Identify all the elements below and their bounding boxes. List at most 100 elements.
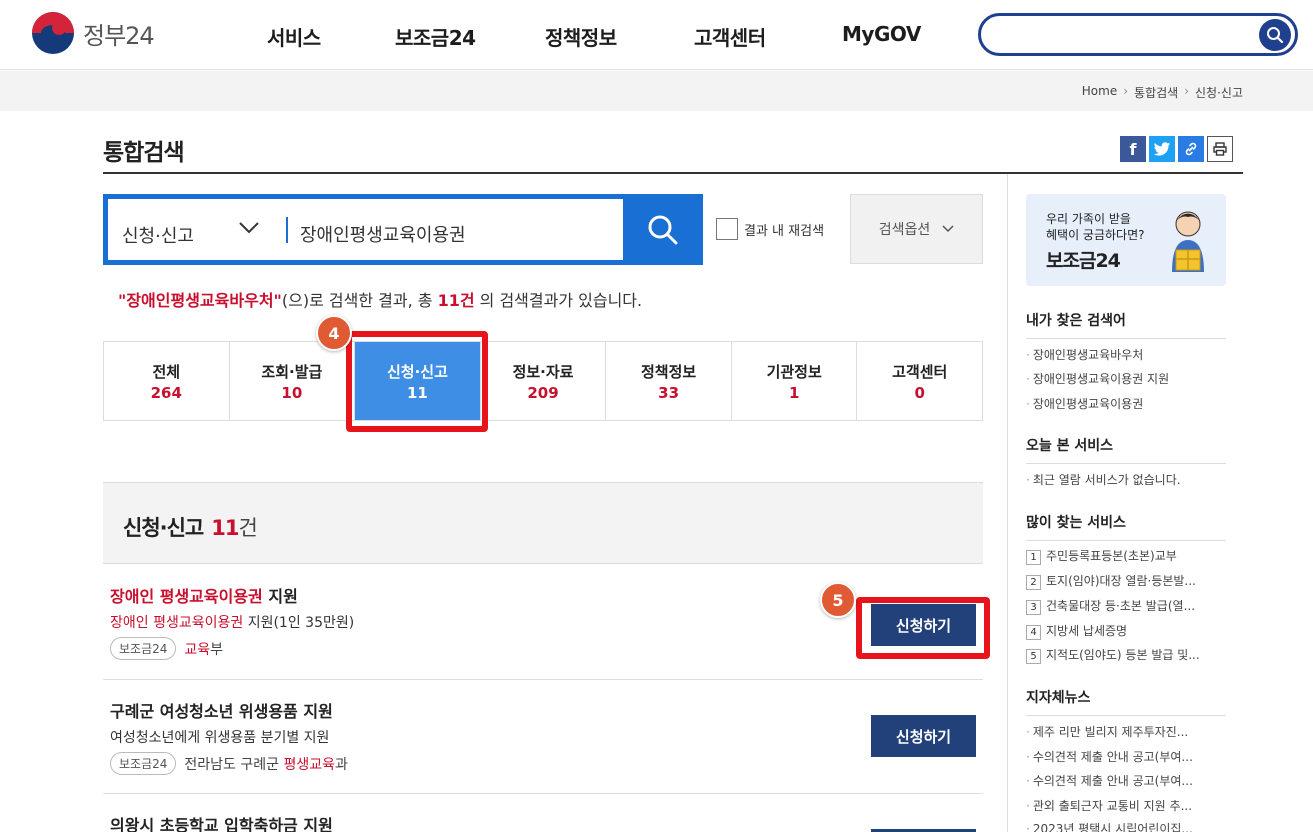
- subsidy-banner[interactable]: 우리 가족이 받을 혜택이 궁금하다면? 보조금24: [1026, 194, 1226, 286]
- link-icon[interactable]: [1178, 136, 1204, 162]
- tab-count: 1: [788, 383, 800, 402]
- popular-item[interactable]: 5 지적도(임야도) 등본 발급 및...: [1026, 646, 1216, 664]
- today-viewed-text: 최근 열람 서비스가 없습니다.: [1032, 473, 1181, 487]
- search-input[interactable]: 장애인평생교육이용권: [300, 221, 466, 247]
- tab-label: 기관정보: [766, 362, 822, 381]
- chevron-down-icon[interactable]: [238, 221, 260, 235]
- search-icon: [648, 215, 678, 244]
- breadcrumb-home[interactable]: Home: [1082, 84, 1117, 101]
- rank-badge: 4: [1026, 625, 1041, 640]
- apply-highlight-box: [856, 597, 990, 659]
- nav-service[interactable]: 서비스: [267, 22, 321, 51]
- nav-mygov[interactable]: MyGOV: [842, 22, 921, 46]
- tab-lookup-issue[interactable]: 조회·발급 10: [230, 342, 356, 420]
- step-marker-4: 4: [316, 315, 352, 351]
- research-label: 결과 내 재검색: [744, 223, 825, 239]
- result-title-text: 의왕시 초등학교 입학축하금 지원: [110, 816, 333, 832]
- tab-label: 전체: [152, 362, 181, 381]
- rank-badge: 1: [1026, 550, 1041, 565]
- category-tabs: 전체 264 조회·발급 10 신청·신고 11 정보·자료 209 정책정보 33 기관…: [103, 341, 983, 421]
- popular-item[interactable]: 3 건축물대장 등·초본 발급(열...: [1026, 597, 1216, 615]
- tab-count: 33: [658, 383, 680, 402]
- tab-customer-center[interactable]: 고객센터 0: [857, 342, 982, 420]
- result-org: 교육부: [184, 639, 223, 659]
- local-news-item[interactable]: · 2023년 평택시 시립어린이집...: [1026, 820, 1216, 832]
- section-header: 신청·신고 11건: [103, 482, 983, 564]
- aside-divider: [1007, 174, 1008, 832]
- breadcrumb-search[interactable]: 통합검색: [1134, 84, 1178, 101]
- nav-policy-info[interactable]: 정책정보: [545, 22, 617, 51]
- breadcrumb: Home › 통합검색 › 신청·신고: [1082, 84, 1243, 101]
- local-news-item[interactable]: · 수의견적 제출 안내 공고(부여...: [1026, 748, 1216, 765]
- site-logo[interactable]: 정부24: [32, 12, 155, 54]
- breadcrumb-bar: Home › 통합검색 › 신청·신고: [0, 71, 1313, 111]
- result-org-highlight: 교육: [184, 641, 211, 658]
- result-org-suffix: 과: [334, 756, 348, 773]
- site-header: 정부24 서비스 보조금24 정책정보 고객센터 MyGOV: [0, 0, 1313, 70]
- my-search-text: 장애인평생교육이용권 지원: [1032, 372, 1170, 386]
- tab-label: 고객센터: [892, 362, 948, 381]
- today-viewed-item: · 최근 열람 서비스가 없습니다.: [1026, 473, 1181, 487]
- result-title[interactable]: 장애인 평생교육이용권 지원: [110, 583, 298, 607]
- print-icon[interactable]: [1207, 136, 1233, 162]
- local-news-item[interactable]: · 수의견적 제출 안내 공고(부여...: [1026, 772, 1216, 789]
- rank-badge: 2: [1026, 575, 1041, 590]
- banner-line-1: 우리 가족이 받을: [1046, 212, 1131, 226]
- my-search-item[interactable]: · 장애인평생교육바우처: [1026, 346, 1216, 363]
- my-search-item[interactable]: · 장애인평생교육이용권 지원: [1026, 370, 1216, 387]
- popular-text: 주민등록표등본(초본)교부: [1046, 549, 1177, 563]
- header-search-button[interactable]: [1259, 19, 1291, 51]
- tab-label: 정책정보: [641, 362, 697, 381]
- search-options-button[interactable]: 검색옵션: [850, 194, 983, 264]
- my-search-item[interactable]: · 장애인평생교육이용권: [1026, 395, 1216, 412]
- result-org-text: 전라남도 구례군: [184, 756, 284, 773]
- twitter-icon[interactable]: [1149, 136, 1175, 162]
- apply-button[interactable]: 신청하기: [871, 715, 976, 757]
- tab-label: 조회·발급: [261, 362, 323, 381]
- section-title-text: 신청·신고: [123, 516, 204, 540]
- tab-policy-info[interactable]: 정책정보 33: [606, 342, 732, 420]
- popular-text: 건축물대장 등·초본 발급(열...: [1046, 599, 1196, 613]
- nav-subsidy24[interactable]: 보조금24: [395, 22, 476, 51]
- popular-item[interactable]: 2 토지(임야)대장 열람·등본발...: [1026, 572, 1216, 590]
- result-desc-highlight: 장애인 평생교육이용권: [110, 615, 244, 631]
- tab-label: 정보·자료: [512, 362, 574, 381]
- chevron-right-icon: ›: [1184, 84, 1190, 98]
- tab-info-data[interactable]: 정보·자료 209: [481, 342, 607, 420]
- chevron-right-icon: ›: [1123, 84, 1129, 98]
- local-news-text: 2023년 평택시 시립어린이집...: [1032, 822, 1193, 832]
- header-search-input[interactable]: [999, 24, 1249, 46]
- result-item: 구례군 여성청소년 위생용품 지원 여성청소년에게 위생용품 분기별 지원 보조…: [103, 680, 983, 794]
- tab-count: 209: [527, 383, 559, 402]
- chevron-down-icon: [942, 225, 954, 233]
- nav-customer-center[interactable]: 고객센터: [694, 22, 766, 51]
- result-meta: 보조금24 전라남도 구례군 평생교육과: [110, 752, 348, 775]
- tab-count: 264: [150, 383, 182, 402]
- result-title[interactable]: 의왕시 초등학교 입학축하금 지원: [110, 812, 333, 832]
- result-tag: 보조금24: [110, 637, 177, 660]
- local-news-item[interactable]: · 제주 리만 빌리지 제주투자진...: [1026, 723, 1216, 740]
- breadcrumb-current[interactable]: 신청·신고: [1195, 84, 1243, 101]
- section-unit: 건: [238, 516, 258, 540]
- tab-agency-info[interactable]: 기관정보 1: [732, 342, 858, 420]
- banner-line-2: 혜택이 궁금하다면?: [1046, 228, 1145, 242]
- step-marker-5: 5: [820, 582, 856, 618]
- popular-text: 토지(임야)대장 열람·등본발...: [1046, 574, 1196, 588]
- popular-item[interactable]: 1 주민등록표등본(초본)교부: [1026, 547, 1216, 565]
- result-title[interactable]: 구례군 여성청소년 위생용품 지원: [110, 698, 333, 722]
- title-divider: [103, 172, 1243, 174]
- section-count: 11: [211, 516, 239, 540]
- my-search-title: 내가 찾은 검색어: [1026, 310, 1226, 339]
- local-news-item[interactable]: · 관외 출퇴근자 교통비 지원 추...: [1026, 797, 1216, 814]
- checkbox-icon[interactable]: [716, 218, 738, 240]
- result-tag: 보조금24: [110, 752, 177, 775]
- facebook-icon[interactable]: f: [1120, 136, 1146, 162]
- tab-all[interactable]: 전체 264: [104, 342, 230, 420]
- search-icon: [1267, 27, 1284, 44]
- category-select[interactable]: 신청·신고: [122, 222, 194, 248]
- popular-item[interactable]: 4 지방세 납세증명: [1026, 622, 1216, 640]
- research-checkbox[interactable]: 결과 내 재검색: [716, 218, 824, 240]
- search-button[interactable]: [623, 194, 703, 265]
- main-search-box: 신청·신고 장애인평생교육이용권: [103, 194, 703, 265]
- result-text-2: 의 검색결과가 있습니다.: [474, 291, 643, 310]
